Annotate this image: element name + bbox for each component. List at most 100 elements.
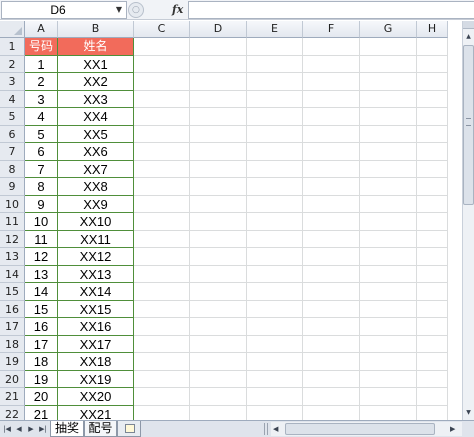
cell[interactable]: [360, 283, 417, 301]
cell[interactable]: [303, 160, 360, 178]
cell[interactable]: [190, 265, 247, 283]
cell[interactable]: [247, 335, 303, 353]
name-cell[interactable]: XX21: [58, 405, 134, 420]
cell[interactable]: [417, 160, 448, 178]
cell[interactable]: [247, 230, 303, 248]
cell[interactable]: [360, 405, 417, 420]
cell[interactable]: [134, 195, 190, 213]
name-cell[interactable]: XX11: [58, 230, 134, 248]
cell[interactable]: [417, 318, 448, 336]
cell[interactable]: [247, 265, 303, 283]
split-handle[interactable]: [463, 21, 474, 29]
cell[interactable]: [303, 55, 360, 73]
row-header[interactable]: 17: [0, 318, 25, 336]
cell[interactable]: [134, 265, 190, 283]
select-all-button[interactable]: [0, 21, 25, 38]
name-cell[interactable]: XX20: [58, 388, 134, 406]
cell[interactable]: [134, 38, 190, 56]
number-cell[interactable]: 8: [25, 178, 58, 196]
number-cell[interactable]: 3: [25, 90, 58, 108]
column-header[interactable]: A: [25, 21, 58, 38]
row-header[interactable]: 12: [0, 230, 25, 248]
cell[interactable]: [360, 160, 417, 178]
row-header[interactable]: 8: [0, 160, 25, 178]
cell[interactable]: [417, 335, 448, 353]
row-header[interactable]: 5: [0, 108, 25, 126]
number-cell[interactable]: 12: [25, 248, 58, 266]
cell[interactable]: [360, 370, 417, 388]
name-box[interactable]: D6 ▼: [1, 1, 127, 19]
name-cell[interactable]: XX9: [58, 195, 134, 213]
cell[interactable]: [190, 108, 247, 126]
row-header[interactable]: 6: [0, 125, 25, 143]
row-header[interactable]: 15: [0, 283, 25, 301]
number-cell[interactable]: 14: [25, 283, 58, 301]
cell[interactable]: [247, 283, 303, 301]
formula-bar-splitter[interactable]: ○: [128, 2, 144, 18]
number-cell[interactable]: 5: [25, 125, 58, 143]
cell[interactable]: [360, 213, 417, 231]
fx-icon[interactable]: fx: [172, 2, 188, 18]
cell[interactable]: [190, 335, 247, 353]
cell[interactable]: [247, 125, 303, 143]
cell[interactable]: [190, 230, 247, 248]
name-cell[interactable]: XX6: [58, 143, 134, 161]
cell[interactable]: [247, 388, 303, 406]
row-header[interactable]: 19: [0, 353, 25, 371]
column-header[interactable]: B: [58, 21, 134, 38]
cell[interactable]: [247, 108, 303, 126]
cell[interactable]: [303, 405, 360, 420]
cell[interactable]: [190, 160, 247, 178]
cell[interactable]: [247, 38, 303, 56]
name-cell[interactable]: XX12: [58, 248, 134, 266]
cell[interactable]: [360, 318, 417, 336]
cell[interactable]: [303, 335, 360, 353]
name-cell[interactable]: XX7: [58, 160, 134, 178]
cell[interactable]: [360, 178, 417, 196]
cell[interactable]: [417, 265, 448, 283]
cell[interactable]: [134, 230, 190, 248]
cell[interactable]: [303, 178, 360, 196]
cell[interactable]: [247, 90, 303, 108]
cell[interactable]: [134, 353, 190, 371]
cell[interactable]: [360, 108, 417, 126]
row-header[interactable]: 4: [0, 90, 25, 108]
cell[interactable]: [247, 73, 303, 91]
cell[interactable]: [190, 195, 247, 213]
horizontal-scroll-thumb[interactable]: [285, 423, 435, 435]
cell[interactable]: [417, 55, 448, 73]
cell[interactable]: [303, 318, 360, 336]
cell[interactable]: [303, 195, 360, 213]
name-cell[interactable]: XX8: [58, 178, 134, 196]
cell[interactable]: [190, 353, 247, 371]
name-cell[interactable]: XX10: [58, 213, 134, 231]
cell[interactable]: [190, 213, 247, 231]
cell[interactable]: [190, 405, 247, 420]
cell[interactable]: [303, 265, 360, 283]
scroll-left-icon[interactable]: ◀: [273, 422, 283, 436]
cell[interactable]: [190, 300, 247, 318]
number-cell[interactable]: 1: [25, 55, 58, 73]
cell[interactable]: [134, 143, 190, 161]
column-header[interactable]: C: [134, 21, 190, 38]
name-cell[interactable]: XX14: [58, 283, 134, 301]
column-header[interactable]: D: [190, 21, 247, 38]
name-cell[interactable]: XX1: [58, 55, 134, 73]
cell[interactable]: [190, 178, 247, 196]
cell[interactable]: [247, 55, 303, 73]
cell[interactable]: [134, 388, 190, 406]
column-header[interactable]: F: [303, 21, 360, 38]
cell[interactable]: [247, 318, 303, 336]
cell[interactable]: [247, 370, 303, 388]
number-cell[interactable]: 10: [25, 213, 58, 231]
cell[interactable]: [417, 108, 448, 126]
row-header[interactable]: 22: [0, 405, 25, 420]
cell[interactable]: [360, 335, 417, 353]
number-cell[interactable]: 17: [25, 335, 58, 353]
cell[interactable]: [303, 125, 360, 143]
row-header[interactable]: 20: [0, 370, 25, 388]
chevron-down-icon[interactable]: ▼: [114, 2, 124, 18]
row-header[interactable]: 13: [0, 248, 25, 266]
cell[interactable]: [417, 388, 448, 406]
row-header[interactable]: 1: [0, 38, 25, 56]
